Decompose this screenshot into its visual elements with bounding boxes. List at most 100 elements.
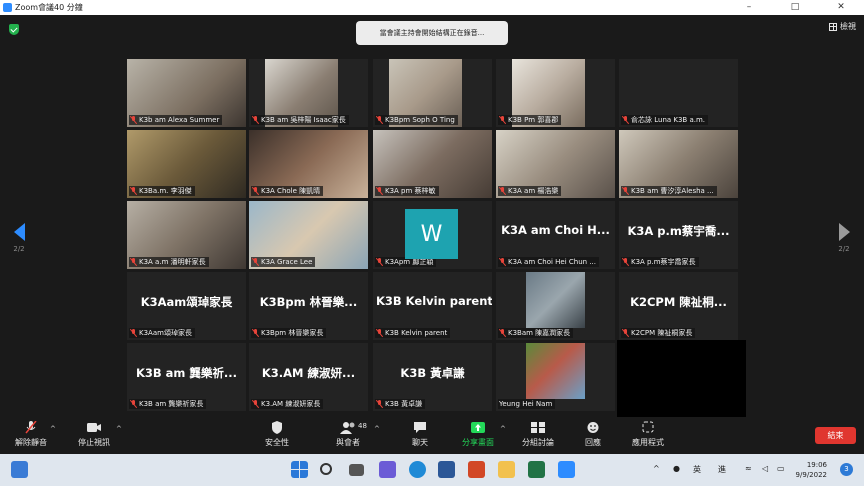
wifi-icon[interactable]: ≈ [745, 464, 752, 473]
participant-tile[interactable]: K3A p.m蔡宇喬... K3A p.m蔡宇喬家長 [619, 201, 738, 269]
muted-mic-icon [376, 329, 383, 337]
volume-icon[interactable]: ◁ [762, 464, 768, 473]
notification-badge[interactable]: 3 [840, 463, 853, 476]
participant-tile[interactable]: K3.AM 練淑妍... K3.AM 練淑妍家長 [249, 343, 368, 411]
audio-options-caret-icon[interactable]: ^ [50, 425, 56, 433]
chat-button[interactable]: 聊天 [392, 421, 448, 448]
security-button[interactable]: 安全性 [249, 421, 305, 448]
participant-name-label: K3Bam 陳嘉潤家長 [498, 328, 574, 338]
participant-label-text: K3A am Choi Hei Chun ... [508, 258, 597, 266]
participant-avatar-w: W [405, 209, 458, 259]
participant-tile[interactable]: Yeung Hei Nam [496, 343, 615, 411]
video-options-caret-icon[interactable]: ^ [116, 425, 122, 433]
participant-tile[interactable]: K3B am 龔樂祈... K3B am 龔樂祈家長 [127, 343, 246, 411]
word-icon[interactable] [438, 461, 455, 478]
participant-name-label: K3A a.m 潘明軒家長 [129, 257, 209, 267]
participant-tile[interactable]: 俞芯詠 Luna K3B a.m. [619, 59, 738, 127]
grid-view-icon [829, 22, 837, 31]
security-shield-icon [269, 421, 285, 434]
system-clock[interactable]: 19:06 9/9/2022 [796, 460, 827, 480]
participant-name-label: K3B 黃卓謙 [375, 399, 426, 409]
participant-label-text: K3Bam 陳嘉潤家長 [508, 329, 571, 337]
participant-tile[interactable]: K3Aam頌琸家長 K3Aam頌琸家長 [127, 272, 246, 340]
search-icon[interactable] [320, 463, 332, 475]
view-button[interactable]: 檢視 [829, 21, 856, 32]
participant-label-text: K3A am 楊浩樂 [508, 187, 559, 195]
participant-tile[interactable]: K3Bam 陳嘉潤家長 [496, 272, 615, 340]
participant-display-name: K3A p.m蔡宇喬... [627, 224, 730, 238]
participant-display-name: K3Aam頌琸家長 [140, 295, 233, 309]
participant-tile[interactable]: K3B am 吳梓陽 Isaac家長 [249, 59, 368, 127]
minimize-icon[interactable]: – [726, 0, 772, 15]
participants-button[interactable]: 與會者 [320, 421, 376, 448]
participant-tile[interactable]: K3B Pm 郭喜郡 [496, 59, 615, 127]
breakout-rooms-button[interactable]: 分組討論 [510, 421, 566, 448]
share-options-caret-icon[interactable]: ^ [500, 425, 506, 433]
participant-name-label: K3B Pm 郭喜郡 [498, 115, 562, 125]
chat-bubble-icon [412, 421, 428, 434]
window-controls: – □ ✕ [726, 0, 864, 15]
reactions-button[interactable]: 回應 [565, 421, 621, 448]
participant-tile[interactable]: K3A a.m 潘明軒家長 [127, 201, 246, 269]
powerpoint-icon[interactable] [468, 461, 485, 478]
participant-display-name: K3A am Choi H... [501, 223, 610, 237]
zoom-taskbar-icon[interactable] [558, 461, 575, 478]
participant-label-text: K3A p.m蔡宇喬家長 [631, 258, 696, 266]
window-title: Zoom會議40 分鐘 [15, 3, 83, 12]
end-meeting-button[interactable]: 結束 [815, 427, 856, 444]
page-indicator-right: 2/2 [838, 245, 850, 253]
participant-label-text: K3B am 曹汐淳Alesha ... [631, 187, 714, 195]
tray-overflow-icon[interactable]: ^ [653, 464, 660, 473]
muted-mic-icon [130, 187, 137, 195]
participant-tile[interactable]: K3B Kelvin parent K3B Kelvin parent [373, 272, 492, 340]
participant-name-label: K3A Grace Lee [251, 257, 316, 267]
share-screen-label: 分享畫面 [462, 438, 494, 447]
widgets-icon[interactable] [11, 461, 28, 478]
participant-name-label: K3B am 龔樂祈家長 [129, 399, 207, 409]
participant-tile[interactable]: K3b am Alexa Summer [127, 59, 246, 127]
participant-tile[interactable]: K2CPM 陳祉桐... K2CPM 陳祉桐家長 [619, 272, 738, 340]
participant-tile[interactable]: K3A Grace Lee [249, 201, 368, 269]
participant-tile[interactable]: K3A pm 蔡梓敏 [373, 130, 492, 198]
muted-mic-icon [622, 258, 629, 266]
tray-mic-icon[interactable]: ● [673, 464, 680, 473]
participant-name-label: K3B am 吳梓陽 Isaac家長 [251, 115, 349, 125]
encryption-shield-icon[interactable] [9, 24, 19, 35]
stop-video-label: 停止視訊 [78, 438, 110, 447]
muted-mic-icon [252, 258, 259, 266]
start-icon[interactable] [291, 461, 308, 478]
windows-taskbar: ^ ● 英 進 ≈ ◁ ▭ 19:06 9/9/2022 3 [0, 454, 864, 486]
participant-tile[interactable]: K3A am 楊浩樂 [496, 130, 615, 198]
arrow-right-icon [838, 223, 850, 241]
apps-button[interactable]: 應用程式 [620, 421, 676, 448]
ime-mode-indicator[interactable]: 進 [718, 464, 726, 475]
task-view-icon[interactable] [349, 464, 364, 476]
ime-language-indicator[interactable]: 英 [693, 464, 701, 475]
participant-label-text: K3B 黃卓謙 [385, 400, 423, 408]
participant-tile[interactable]: K3A am Choi H... K3A am Choi Hei Chun ... [496, 201, 615, 269]
arrow-left-icon [13, 223, 25, 241]
participant-tile[interactable]: K3B 黃卓謙 K3B 黃卓謙 [373, 343, 492, 411]
participant-label-text: K3b am Alexa Summer [139, 116, 220, 124]
previous-page-button[interactable]: 2/2 [9, 223, 29, 253]
share-screen-button[interactable]: 分享畫面 [450, 421, 506, 448]
muted-mic-icon [499, 258, 506, 266]
edge-browser-icon[interactable] [409, 461, 426, 478]
zoom-app-icon [3, 3, 12, 12]
file-explorer-icon[interactable] [498, 461, 515, 478]
participant-name-label: K3.AM 練淑妍家長 [251, 399, 324, 409]
participant-tile[interactable]: K3Ba.m. 李羽傑 [127, 130, 246, 198]
excel-icon[interactable] [528, 461, 545, 478]
chat-app-icon[interactable] [379, 461, 396, 478]
stop-video-button[interactable]: 停止視訊 [66, 421, 122, 448]
participant-tile[interactable]: K3Bpm Soph O Ting [373, 59, 492, 127]
participant-tile[interactable]: K3Bpm 林晉樂... K3Bpm 林晉樂家長 [249, 272, 368, 340]
clock-date: 9/9/2022 [795, 471, 827, 479]
close-icon[interactable]: ✕ [818, 0, 864, 15]
participant-tile[interactable]: K3A Chole 陳凱晴 [249, 130, 368, 198]
next-page-button[interactable]: 2/2 [834, 223, 854, 253]
participants-caret-icon[interactable]: ^ [374, 425, 380, 433]
participant-tile[interactable]: K3B am 曹汐淳Alesha ... [619, 130, 738, 198]
maximize-icon[interactable]: □ [772, 0, 818, 15]
battery-icon[interactable]: ▭ [777, 464, 785, 473]
